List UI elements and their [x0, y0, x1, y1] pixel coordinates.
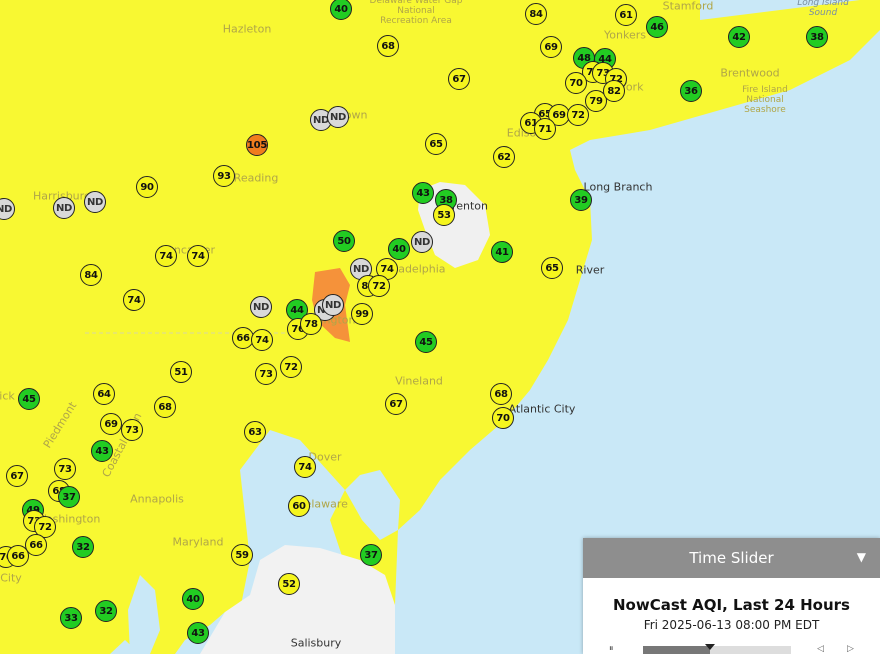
aqi-monitor-marker[interactable]: 74	[294, 456, 316, 478]
aqi-monitor-marker[interactable]: 84	[80, 264, 102, 286]
pause-icon[interactable]: ⏸	[609, 644, 614, 654]
aqi-monitor-marker[interactable]: 32	[95, 600, 117, 622]
aqi-monitor-marker[interactable]: 99	[351, 303, 373, 325]
time-slider-header[interactable]: Time Slider ▼	[583, 538, 880, 578]
aqi-monitor-marker[interactable]: 72	[567, 104, 589, 126]
aqi-monitor-marker[interactable]: 69	[540, 36, 562, 58]
map-label: Atlantic City	[508, 402, 576, 416]
aqi-monitor-marker[interactable]: 70	[565, 72, 587, 94]
map-label: Vineland	[395, 374, 443, 388]
aqi-monitor-marker[interactable]: 33	[60, 607, 82, 629]
no-data-marker[interactable]: ND	[411, 231, 433, 253]
aqi-monitor-marker[interactable]: 42	[728, 26, 750, 48]
aqi-monitor-marker[interactable]: 43	[412, 182, 434, 204]
aqi-monitor-marker[interactable]: 38	[806, 26, 828, 48]
aqi-monitor-marker[interactable]: 72	[280, 356, 302, 378]
map-label: Long Island Sound	[797, 0, 849, 18]
aqi-monitor-marker[interactable]: 67	[6, 465, 28, 487]
map-label: Annapolis	[130, 492, 184, 506]
aqi-monitor-marker[interactable]: 60	[288, 495, 310, 517]
aqi-monitor-marker[interactable]: 46	[646, 16, 668, 38]
collapse-toggle-icon[interactable]: ▼	[857, 550, 866, 564]
aqi-monitor-marker[interactable]: 50	[333, 230, 355, 252]
map-label: Yonkers	[604, 28, 646, 42]
aqi-monitor-marker[interactable]: 67	[448, 68, 470, 90]
aqi-monitor-marker[interactable]: 52	[278, 573, 300, 595]
time-slider-fill	[643, 646, 710, 654]
no-data-marker[interactable]: ND	[250, 296, 272, 318]
aqi-monitor-marker[interactable]: 63	[244, 421, 266, 443]
aqi-monitor-marker[interactable]: 53	[433, 204, 455, 226]
map-label: Hazleton	[222, 22, 272, 36]
time-slider-header-label: Time Slider	[689, 549, 774, 567]
aqi-monitor-marker[interactable]: 43	[91, 440, 113, 462]
aqi-monitor-marker[interactable]: 40	[388, 238, 410, 260]
aqi-monitor-marker[interactable]: 82	[603, 80, 625, 102]
aqi-monitor-marker[interactable]: 69	[100, 413, 122, 435]
aqi-monitor-marker[interactable]: 68	[154, 396, 176, 418]
aqi-monitor-marker[interactable]: 74	[123, 289, 145, 311]
time-slider-track[interactable]	[643, 644, 791, 654]
aqi-monitor-marker[interactable]: 66	[7, 545, 29, 567]
aqi-monitor-marker[interactable]: 59	[231, 544, 253, 566]
map-label: Maryland	[172, 535, 224, 549]
map-label: Salisbury	[290, 636, 342, 650]
aqi-monitor-marker[interactable]: 73	[54, 458, 76, 480]
aqi-monitor-marker[interactable]: 74	[251, 329, 273, 351]
aqi-monitor-marker[interactable]: 65	[425, 133, 447, 155]
current-timestamp: Fri 2025-06-13 08:00 PM EDT	[643, 618, 820, 632]
aqi-monitor-marker[interactable]: 74	[155, 245, 177, 267]
aqi-monitor-marker[interactable]: 71	[534, 118, 556, 140]
aqi-monitor-marker[interactable]: 45	[18, 388, 40, 410]
time-slider-thumb[interactable]	[704, 644, 715, 650]
map-label: Reading	[233, 171, 279, 185]
aqi-monitor-marker[interactable]: 51	[170, 361, 192, 383]
step-forward-icon[interactable]: ▷	[847, 644, 854, 654]
time-slider-controls: ⏸ ◁ ▷	[583, 642, 880, 654]
aqi-monitor-marker[interactable]: 67	[385, 393, 407, 415]
aqi-monitor-marker[interactable]: 41	[491, 241, 513, 263]
aqi-monitor-marker[interactable]: 70	[492, 407, 514, 429]
aqi-monitor-marker[interactable]: 84	[525, 3, 547, 25]
layer-title: NowCast AQI, Last 24 Hours	[613, 596, 850, 614]
aqi-monitor-marker[interactable]: 65	[541, 257, 563, 279]
map-label: Long Branch	[583, 180, 653, 194]
aqi-monitor-marker[interactable]: 68	[490, 383, 512, 405]
map-label: Stamford	[662, 0, 714, 13]
map-label: River	[575, 263, 605, 277]
aqi-monitor-marker[interactable]: 39	[570, 189, 592, 211]
aqi-monitor-marker[interactable]: 78	[300, 313, 322, 335]
map-label: renton	[451, 199, 489, 213]
aqi-monitor-marker[interactable]: 64	[93, 383, 115, 405]
time-slider-panel: Time Slider ▼ NowCast AQI, Last 24 Hours…	[583, 538, 880, 654]
aqi-monitor-marker[interactable]: 43	[187, 622, 209, 644]
no-data-marker[interactable]: ND	[84, 191, 106, 213]
map-label: Fire Island National Seashore	[742, 85, 788, 115]
aqi-monitor-marker[interactable]: 93	[213, 165, 235, 187]
aqi-monitor-marker[interactable]: 40	[182, 588, 204, 610]
map-label: Brentwood	[720, 66, 780, 80]
aqi-monitor-marker[interactable]: 61	[615, 4, 637, 26]
aqi-monitor-marker[interactable]: 45	[415, 331, 437, 353]
no-data-marker[interactable]: ND	[327, 106, 349, 128]
aqi-monitor-marker[interactable]: 62	[493, 146, 515, 168]
aqi-monitor-marker[interactable]: 73	[121, 419, 143, 441]
aqi-monitor-marker[interactable]: 73	[255, 363, 277, 385]
aqi-monitor-marker[interactable]: 32	[72, 536, 94, 558]
aqi-monitor-marker[interactable]: 74	[187, 245, 209, 267]
aqi-monitor-marker[interactable]: 37	[360, 544, 382, 566]
aqi-monitor-marker[interactable]: 105	[246, 134, 268, 156]
no-data-marker[interactable]: ND	[322, 294, 344, 316]
aqi-monitor-marker[interactable]: 68	[377, 35, 399, 57]
map-label: ick	[0, 389, 15, 403]
aqi-monitor-marker[interactable]: 37	[58, 486, 80, 508]
map-label: City	[0, 571, 22, 585]
map-label: Delaware Water Gap National Recreation Are…	[369, 0, 463, 26]
step-back-icon[interactable]: ◁	[817, 644, 824, 654]
no-data-marker[interactable]: ND	[53, 197, 75, 219]
aqi-monitor-marker[interactable]: 90	[136, 176, 158, 198]
aqi-monitor-marker[interactable]: 36	[680, 80, 702, 102]
aqi-monitor-marker[interactable]: 72	[368, 275, 390, 297]
